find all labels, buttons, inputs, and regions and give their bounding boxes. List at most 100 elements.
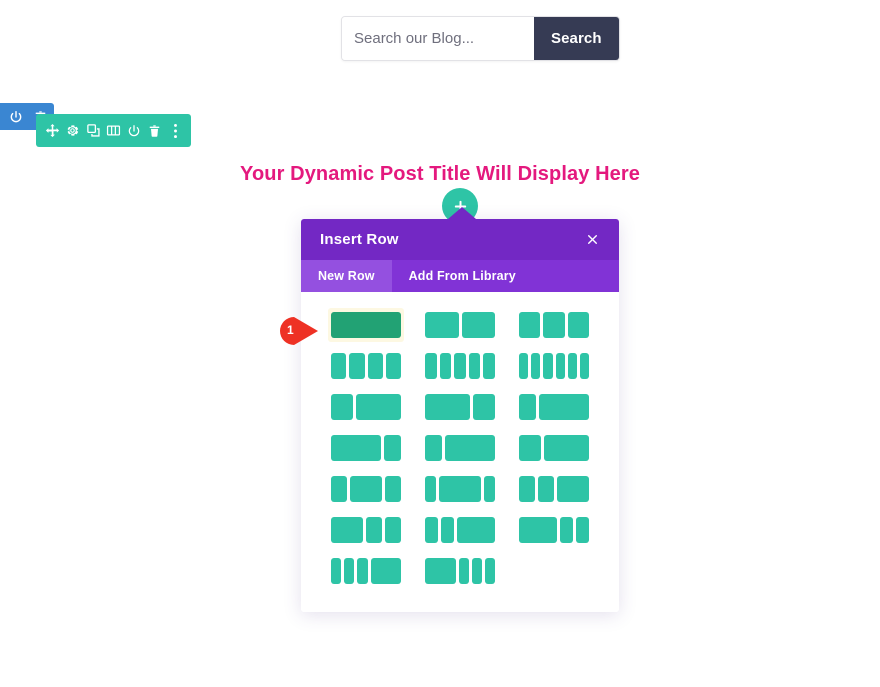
layout-column-block	[461, 312, 495, 338]
row-layout-5-column-equal[interactable]	[422, 349, 498, 383]
layout-column-block	[331, 435, 382, 461]
columns-icon[interactable]	[106, 123, 122, 139]
row-layout-one-third-two-thirds-b[interactable]	[516, 431, 592, 465]
layout-column-block	[544, 435, 589, 461]
row-layout-sixth-sixth-sixth-half[interactable]	[328, 554, 404, 588]
layout-column-block	[444, 435, 495, 461]
layout-column-block	[567, 312, 589, 338]
row-layout-2-column-equal[interactable]	[422, 308, 498, 342]
layout-column-block	[385, 476, 401, 502]
tab-new-row[interactable]: New Row	[301, 260, 392, 292]
layout-column-block	[519, 353, 529, 379]
layout-column-block	[579, 353, 590, 379]
insert-row-modal: Insert Row New Row Add From Library	[301, 207, 619, 612]
layout-column-block	[557, 476, 589, 502]
row-layout-half-quarter-quarter[interactable]	[328, 513, 404, 547]
layout-column-block	[425, 353, 437, 379]
layout-column-block	[519, 476, 535, 502]
layout-column-block	[331, 476, 347, 502]
step-marker-1: 1	[276, 317, 318, 345]
layout-column-block	[425, 558, 456, 584]
layout-column-block	[472, 394, 495, 420]
layout-column-block	[519, 517, 558, 543]
modal-title: Insert Row	[320, 231, 399, 248]
layout-column-block	[344, 558, 355, 584]
layout-column-block	[519, 312, 541, 338]
layout-column-block	[385, 353, 401, 379]
row-layout-one-quarter-three-quarters[interactable]	[516, 390, 592, 424]
layout-column-block	[425, 476, 436, 502]
layout-column-block	[454, 353, 466, 379]
duplicate-icon[interactable]	[85, 123, 101, 139]
layout-column-block	[484, 558, 496, 584]
layout-column-block	[440, 517, 454, 543]
layout-column-block	[439, 353, 452, 379]
layout-column-block	[483, 353, 495, 379]
page-title: Your Dynamic Post Title Will Display Her…	[240, 163, 640, 185]
gear-icon[interactable]	[65, 123, 81, 139]
layout-column-block	[468, 353, 481, 379]
trash-icon[interactable]	[147, 123, 163, 139]
layout-column-block	[366, 517, 382, 543]
modal-tabs: New Row Add From Library	[301, 260, 619, 292]
layout-column-block	[350, 476, 382, 502]
row-layout-two-thirds-sixth-sixth[interactable]	[516, 513, 592, 547]
power-icon[interactable]	[126, 123, 142, 139]
layout-column-block	[538, 394, 589, 420]
row-layout-two-thirds-one-third[interactable]	[422, 390, 498, 424]
tab-add-from-library[interactable]: Add From Library	[392, 260, 533, 292]
layout-column-block	[471, 558, 482, 584]
row-layout-one-third-two-thirds[interactable]	[328, 390, 404, 424]
layout-column-block	[560, 517, 574, 543]
row-layout-sixth-two-thirds-sixth[interactable]	[422, 472, 498, 506]
more-options-icon[interactable]	[167, 123, 183, 139]
row-layout-grid	[301, 308, 619, 588]
row-layout-6-column-equal[interactable]	[516, 349, 592, 383]
row-toolbar[interactable]	[36, 114, 191, 147]
layout-column-block	[538, 476, 554, 502]
modal-pointer-arrow	[448, 207, 476, 219]
close-icon[interactable]	[584, 232, 600, 248]
row-layout-4-column-equal[interactable]	[328, 349, 404, 383]
layout-column-block	[519, 394, 536, 420]
layout-column-block	[331, 353, 347, 379]
layout-column-block	[438, 476, 482, 502]
row-layout-three-quarters-one-quarter[interactable]	[328, 431, 404, 465]
power-icon[interactable]	[8, 109, 24, 125]
layout-column-block	[425, 517, 438, 543]
blog-search-bar: Search	[341, 16, 620, 61]
layout-column-block	[543, 312, 565, 338]
layout-column-block	[385, 517, 401, 543]
layout-column-block	[555, 353, 565, 379]
layout-column-block	[531, 353, 541, 379]
layout-column-block	[484, 476, 496, 502]
layout-column-block	[576, 517, 589, 543]
layout-column-block	[425, 435, 442, 461]
layout-column-block	[331, 517, 363, 543]
layout-column-block	[456, 517, 495, 543]
row-layout-half-sixth-sixth-sixth[interactable]	[422, 554, 498, 588]
layout-column-block	[356, 394, 401, 420]
layout-column-block	[357, 558, 368, 584]
layout-column-block	[519, 435, 542, 461]
layout-column-block	[331, 312, 401, 338]
search-input[interactable]	[342, 17, 534, 60]
layout-column-block	[331, 394, 354, 420]
layout-column-block	[384, 435, 401, 461]
search-button[interactable]: Search	[534, 17, 619, 60]
layout-column-block	[425, 394, 470, 420]
move-icon[interactable]	[44, 123, 60, 139]
modal-body	[301, 292, 619, 612]
row-layout-3-column-equal[interactable]	[516, 308, 592, 342]
modal-header: Insert Row	[301, 219, 619, 260]
row-layout-quarter-half-quarter[interactable]	[328, 472, 404, 506]
row-layout-one-quarter-three-quarters-b[interactable]	[422, 431, 498, 465]
layout-column-block	[367, 353, 383, 379]
row-layout-sixth-sixth-two-thirds[interactable]	[422, 513, 498, 547]
row-layout-quarter-quarter-half[interactable]	[516, 472, 592, 506]
row-layout-1-column[interactable]	[328, 308, 404, 342]
layout-column-block	[458, 558, 469, 584]
marker-pin-icon	[280, 317, 318, 345]
layout-column-block	[543, 353, 553, 379]
layout-column-block	[425, 312, 459, 338]
